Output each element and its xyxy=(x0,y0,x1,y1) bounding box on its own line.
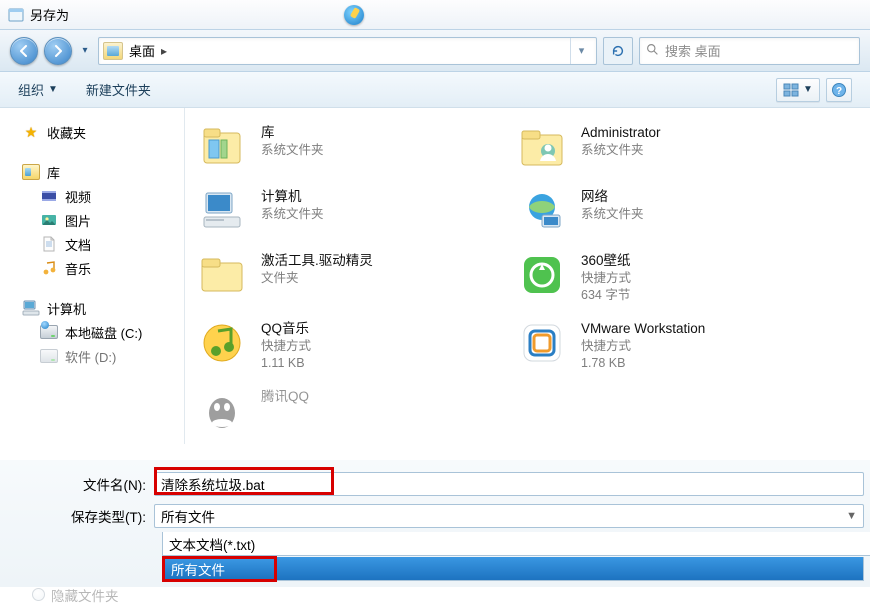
sidebar-item-pictures[interactable]: 图片 xyxy=(22,208,180,232)
refresh-button[interactable] xyxy=(603,37,633,65)
sidebar-favorites[interactable]: ★ 收藏夹 xyxy=(22,120,180,144)
breadcrumb-dropdown-icon[interactable]: ▾ xyxy=(570,38,592,64)
qq-icon xyxy=(193,386,251,436)
sidebar: ★ 收藏夹 库 视频 图片 文档 音乐 xyxy=(0,108,185,444)
sidebar-item-label: 视频 xyxy=(65,187,91,206)
folder-icon xyxy=(193,250,251,300)
option-label: 所有文件 xyxy=(171,559,225,579)
search-placeholder: 搜索 桌面 xyxy=(665,41,721,60)
sidebar-item-videos[interactable]: 视频 xyxy=(22,184,180,208)
sidebar-item-label: 文档 xyxy=(65,235,91,254)
sidebar-libraries[interactable]: 库 xyxy=(22,160,180,184)
chevron-down-icon: ▼ xyxy=(48,84,58,95)
music-icon xyxy=(40,259,58,277)
pictures-icon xyxy=(40,211,58,229)
chevron-down-icon: ▼ xyxy=(803,84,813,95)
search-icon xyxy=(646,43,659,59)
hide-folders-label[interactable]: 隐藏文件夹 xyxy=(51,585,119,605)
computer-icon xyxy=(22,299,40,317)
list-item[interactable]: QQ音乐快捷方式1.11 KB xyxy=(193,318,513,372)
option-label: 文本文档(*.txt) xyxy=(169,534,255,554)
new-folder-label: 新建文件夹 xyxy=(86,80,151,99)
list-item[interactable]: 360壁纸快捷方式634 字节 xyxy=(513,250,853,304)
filetype-option-all-extension[interactable] xyxy=(277,557,864,581)
filename-label: 文件名(N): xyxy=(6,474,154,494)
sidebar-item-documents[interactable]: 文档 xyxy=(22,232,180,256)
desktop-icon xyxy=(103,42,123,60)
forward-button[interactable] xyxy=(44,37,72,65)
nav-history-dropdown[interactable]: ▾ xyxy=(78,39,92,63)
list-item[interactable]: VMware Workstation快捷方式1.78 KB xyxy=(513,318,853,372)
svg-text:?: ? xyxy=(836,86,842,97)
window-icon xyxy=(8,7,24,23)
breadcrumb-location: 桌面 xyxy=(129,41,155,60)
file-list: 库系统文件夹 Administrator系统文件夹 计算机系统文件夹 网络系统文… xyxy=(185,108,870,444)
hide-folders-toggle-icon xyxy=(32,588,45,601)
sidebar-drive-d[interactable]: 软件 (D:) xyxy=(22,344,180,368)
breadcrumb[interactable]: 桌面 ▸ ▾ xyxy=(98,37,597,65)
title-bar: 另存为 xyxy=(0,0,870,30)
qqmusic-icon xyxy=(193,318,251,368)
vmware-icon xyxy=(513,318,571,368)
breadcrumb-arrow-icon[interactable]: ▸ xyxy=(161,44,167,58)
window-title: 另存为 xyxy=(30,5,69,24)
user-folder-icon xyxy=(513,122,571,172)
highlight-box-type-option: 所有文件 xyxy=(162,556,277,582)
list-item[interactable]: 网络系统文件夹 xyxy=(513,186,853,236)
sidebar-drive-c[interactable]: 本地磁盘 (C:) xyxy=(22,320,180,344)
organize-label: 组织 xyxy=(18,80,44,99)
view-mode-button[interactable]: ▼ xyxy=(776,78,820,102)
back-button[interactable] xyxy=(10,37,38,65)
filetype-option-all[interactable]: 所有文件 xyxy=(165,559,274,579)
filetype-option-txt[interactable]: 文本文档(*.txt) xyxy=(162,532,870,556)
app-360-icon xyxy=(513,250,571,300)
new-folder-button[interactable]: 新建文件夹 xyxy=(86,80,151,99)
search-input[interactable]: 搜索 桌面 xyxy=(639,37,860,65)
navigation-bar: ▾ 桌面 ▸ ▾ 搜索 桌面 xyxy=(0,30,870,72)
drive-d-icon xyxy=(40,347,58,365)
filetype-combobox[interactable]: 所有文件 ▼ xyxy=(154,504,864,528)
libraries-icon xyxy=(193,122,251,172)
sidebar-favorites-label: 收藏夹 xyxy=(47,123,86,142)
organize-menu[interactable]: 组织 ▼ xyxy=(18,80,58,99)
filetype-label: 保存类型(T): xyxy=(6,506,154,526)
list-item[interactable]: 计算机系统文件夹 xyxy=(193,186,513,236)
sidebar-computer-label: 计算机 xyxy=(47,299,86,318)
drive-c-icon xyxy=(40,323,58,341)
libraries-icon xyxy=(22,163,40,181)
help-button[interactable]: ? xyxy=(826,78,852,102)
sidebar-item-label: 图片 xyxy=(65,211,91,230)
filename-value: 清除系统垃圾.bat xyxy=(161,474,265,494)
sidebar-libraries-label: 库 xyxy=(47,163,60,182)
sidebar-item-music[interactable]: 音乐 xyxy=(22,256,180,280)
network-icon xyxy=(513,186,571,236)
toolbar: 组织 ▼ 新建文件夹 ▼ ? xyxy=(0,72,870,108)
ie-icon xyxy=(344,5,364,25)
list-item[interactable]: Administrator系统文件夹 xyxy=(513,122,853,172)
videos-icon xyxy=(40,187,58,205)
chevron-down-icon: ▼ xyxy=(846,510,857,522)
filename-input[interactable]: 清除系统垃圾.bat xyxy=(154,472,864,496)
sidebar-computer[interactable]: 计算机 xyxy=(22,296,180,320)
sidebar-item-label: 本地磁盘 (C:) xyxy=(65,323,142,342)
favorites-star-icon: ★ xyxy=(22,123,40,141)
save-panel: 文件名(N): 清除系统垃圾.bat 保存类型(T): 所有文件 ▼ 文本文档(… xyxy=(0,460,870,587)
documents-icon xyxy=(40,235,58,253)
filetype-selected: 所有文件 xyxy=(161,506,215,526)
list-item[interactable]: 激活工具.驱动精灵文件夹 xyxy=(193,250,513,304)
computer-icon xyxy=(193,186,251,236)
sidebar-item-label: 软件 (D:) xyxy=(65,347,116,366)
list-item[interactable]: 库系统文件夹 xyxy=(193,122,513,172)
list-item[interactable]: 腾讯QQ xyxy=(193,386,513,436)
sidebar-item-label: 音乐 xyxy=(65,259,91,278)
